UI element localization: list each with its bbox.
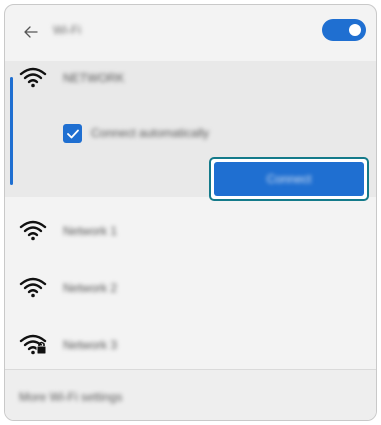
network-name: Network 2: [63, 281, 118, 295]
auto-connect-checkbox[interactable]: [63, 124, 82, 143]
connect-button[interactable]: Connect: [214, 162, 364, 196]
connect-button-focus-ring: Connect: [209, 157, 369, 201]
wifi-title: Wi-Fi: [53, 23, 81, 37]
wifi-footer: More Wi-Fi settings: [5, 370, 376, 420]
back-button[interactable]: [19, 20, 43, 44]
network-name: Network 3: [63, 338, 118, 352]
wifi-full-icon: [19, 67, 47, 88]
wifi-header: Wi-Fi: [5, 5, 376, 57]
network-row-1[interactable]: Network 1: [5, 203, 376, 259]
wifi-toggle[interactable]: [322, 19, 366, 41]
back-arrow-icon: [24, 26, 38, 38]
auto-connect-label: Connect automatically: [91, 126, 210, 140]
toggle-knob: [349, 24, 361, 36]
wifi-flyout-panel: Wi-Fi NETWORK Connect automatically Conn…: [4, 4, 377, 421]
wifi-secured-icon: [19, 334, 47, 355]
network-row-2[interactable]: Network 2: [5, 259, 376, 315]
connect-button-label: Connect: [266, 172, 312, 186]
wifi-full-icon: [19, 277, 47, 298]
network-row-3[interactable]: Network 3: [5, 315, 376, 371]
more-wifi-settings-link[interactable]: More Wi-Fi settings: [19, 390, 122, 404]
network-name: Network 1: [63, 224, 118, 238]
checkmark-icon: [66, 129, 79, 138]
wifi-full-icon: [19, 220, 47, 241]
selection-indicator: [10, 77, 13, 185]
selected-network-name: NETWORK: [63, 71, 125, 85]
